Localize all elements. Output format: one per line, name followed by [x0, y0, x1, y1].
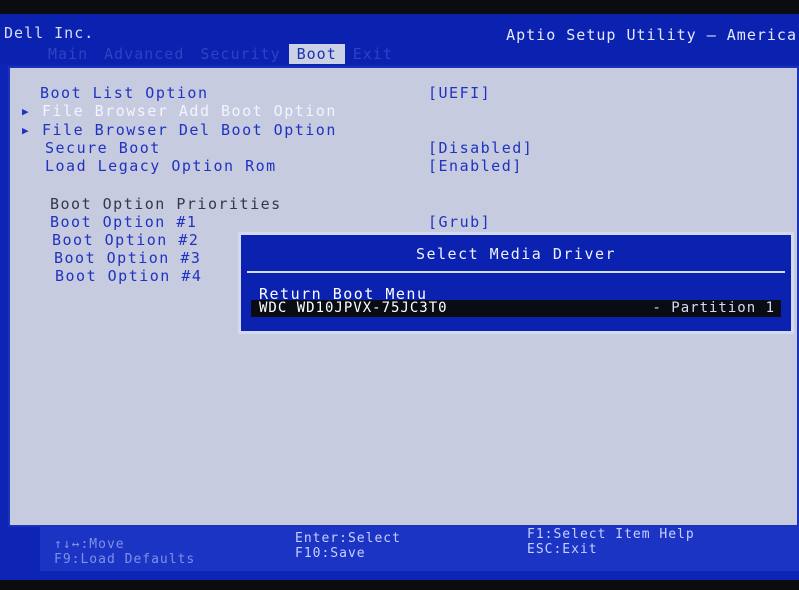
file-browser-add-option[interactable]: File Browser Add Boot Option [42, 102, 337, 120]
bios-screen: Dell Inc. Aptio Setup Utility – America … [0, 14, 799, 580]
key-help-footer: ↑↓↔:Move F9:Load Defaults Enter:Select F… [40, 527, 799, 571]
top-bar: Dell Inc. Aptio Setup Utility – America … [0, 14, 799, 64]
tab-boot[interactable]: Boot [288, 44, 345, 64]
submenu-arrow-icon: ▶ [22, 124, 29, 137]
hint-exit: ESC:Exit [527, 542, 598, 557]
hint-move: ↑↓↔:Move [54, 537, 125, 552]
dialog-divider [247, 271, 785, 273]
boot-list-option-label[interactable]: Boot List Option [40, 84, 209, 102]
select-media-driver-dialog: Select Media Driver Return Boot Menu WDC… [238, 232, 794, 334]
boot-option-1-value[interactable]: [Grub] [428, 213, 491, 231]
secure-boot-value[interactable]: [Disabled] [428, 139, 533, 157]
boot-list-option-value[interactable]: [UEFI] [428, 84, 491, 102]
boot-option-1-label[interactable]: Boot Option #1 [50, 213, 197, 231]
drive-name: WDC WD10JPVX-75JC3T0 [259, 300, 448, 316]
hint-save: F10:Save [295, 546, 366, 561]
file-browser-del-option[interactable]: File Browser Del Boot Option [42, 121, 337, 139]
boot-option-2-label[interactable]: Boot Option #2 [52, 231, 199, 249]
partition-label: - Partition 1 [652, 300, 775, 316]
boot-option-4-label[interactable]: Boot Option #4 [55, 267, 202, 285]
dialog-title: Select Media Driver [415, 245, 617, 263]
hint-item-help: F1:Select Item Help [527, 527, 695, 542]
vendor-name: Dell Inc. [4, 24, 95, 42]
hint-select: Enter:Select [295, 531, 401, 546]
selected-drive-item[interactable]: WDC WD10JPVX-75JC3T0 - Partition 1 [251, 300, 781, 317]
boot-priorities-heading: Boot Option Priorities [50, 195, 282, 213]
utility-title: Aptio Setup Utility – America [506, 26, 797, 44]
boot-option-3-label[interactable]: Boot Option #3 [54, 249, 201, 267]
tab-advanced[interactable]: Advanced [96, 44, 192, 64]
tab-main[interactable]: Main [40, 44, 96, 64]
load-legacy-rom-value[interactable]: [Enabled] [428, 157, 523, 175]
tab-bar: Main Advanced Security Boot Exit [40, 44, 401, 64]
load-legacy-rom-label[interactable]: Load Legacy Option Rom [45, 157, 277, 175]
hint-load-defaults: F9:Load Defaults [54, 552, 196, 567]
secure-boot-label[interactable]: Secure Boot [45, 139, 161, 157]
submenu-arrow-icon: ▶ [22, 105, 29, 118]
tab-exit[interactable]: Exit [345, 44, 401, 64]
tab-security[interactable]: Security [192, 44, 288, 64]
